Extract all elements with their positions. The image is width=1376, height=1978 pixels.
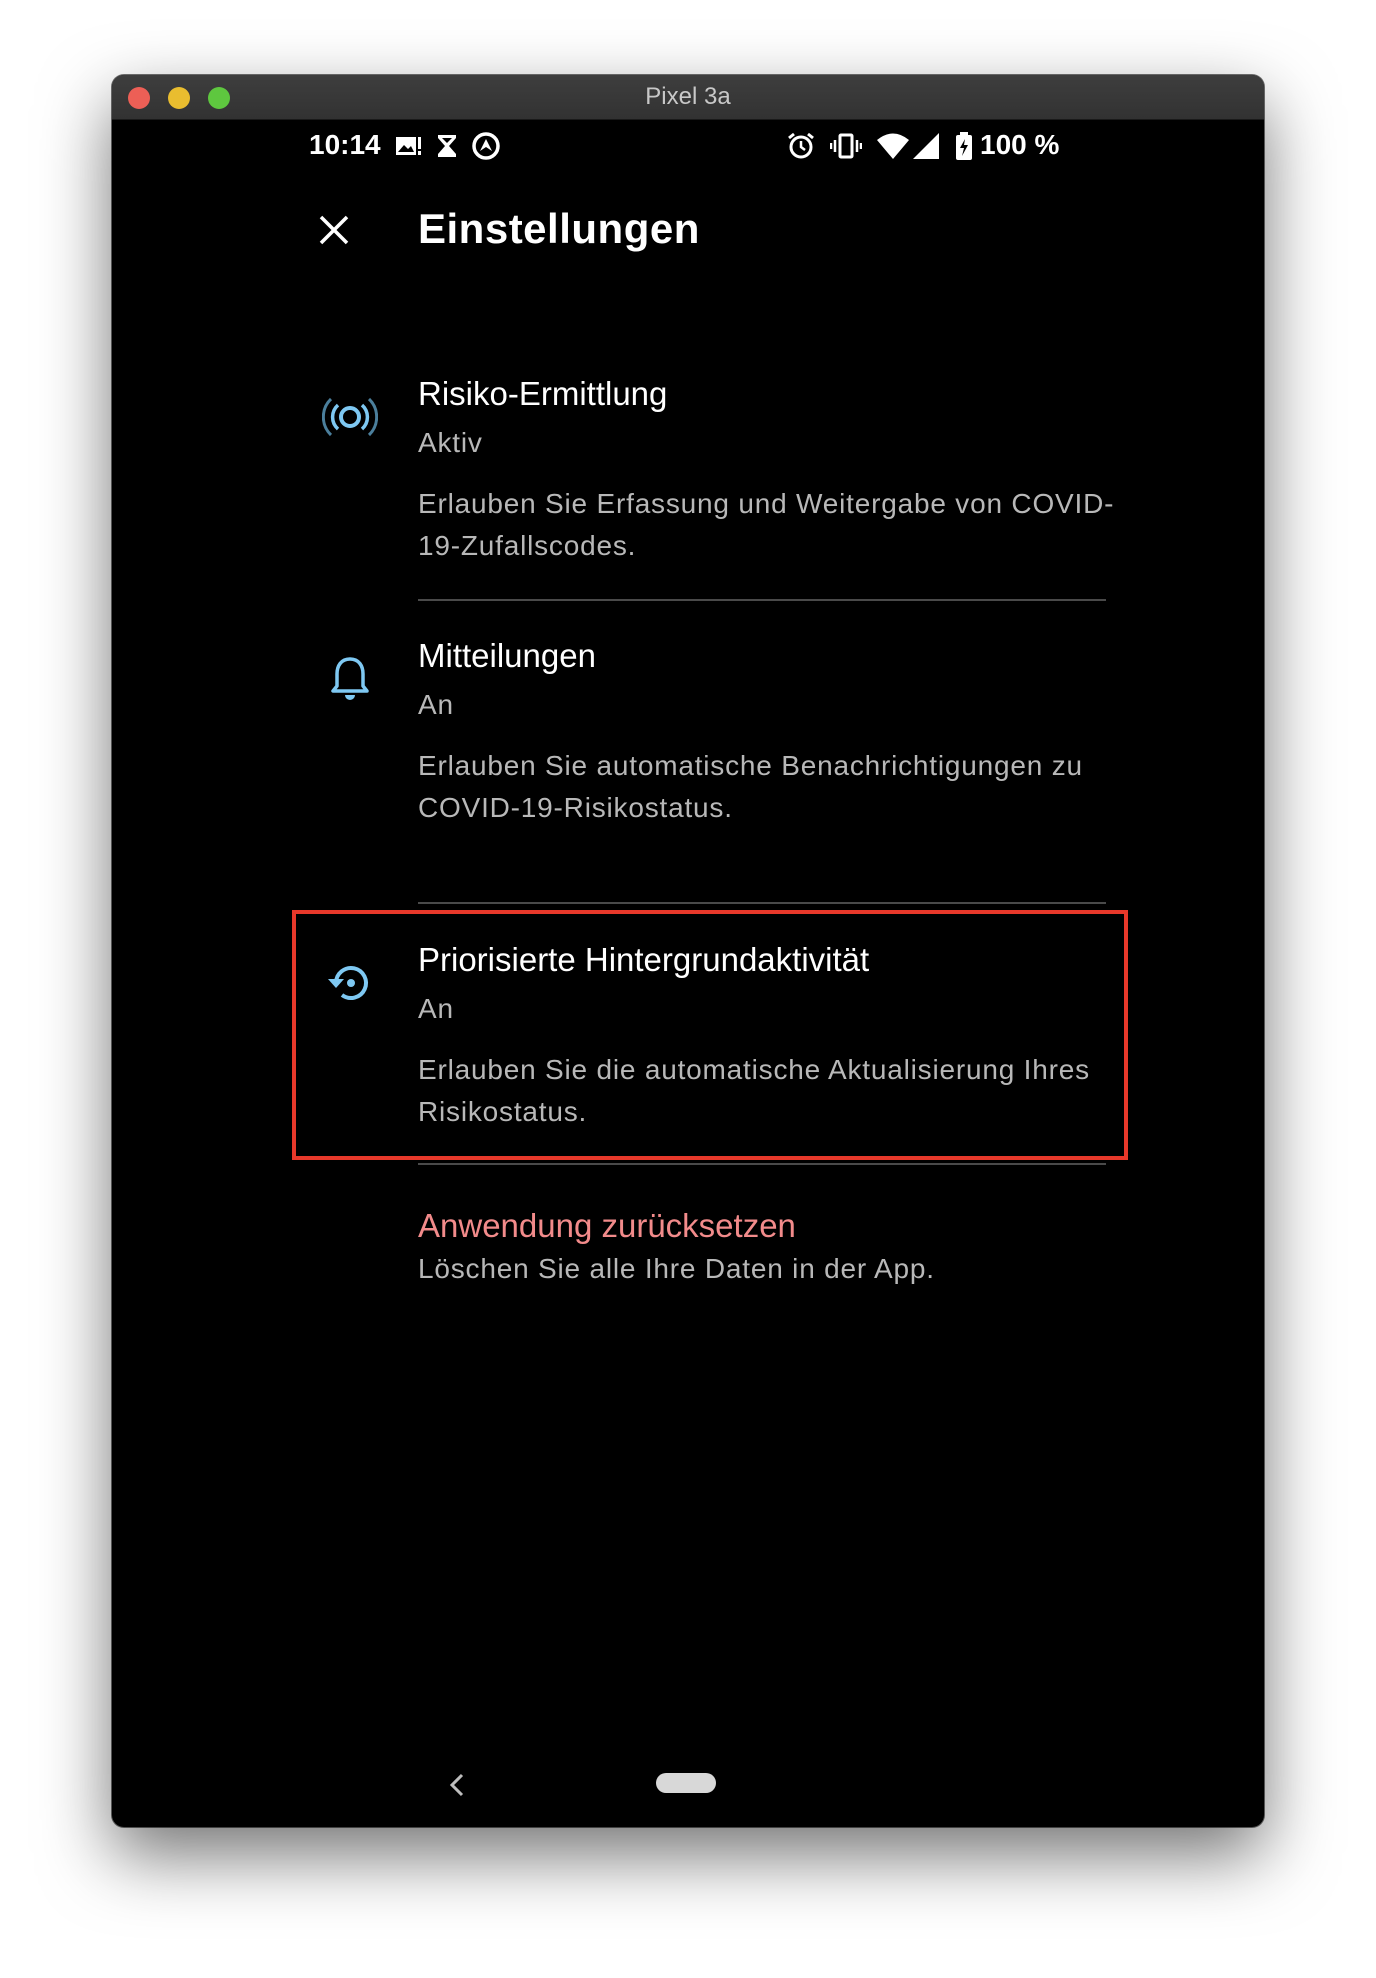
image-notification-icon: [396, 137, 421, 155]
setting-state: An: [418, 689, 454, 720]
location-sync-icon: [472, 132, 500, 160]
setting-title: Risiko-Ermittlung: [418, 375, 668, 412]
window-title: Pixel 3a: [645, 83, 731, 110]
divider: [418, 1163, 1106, 1165]
wifi-icon: [877, 133, 909, 159]
divider: [418, 902, 1106, 904]
setting-background-activity[interactable]: Priorisierte Hintergrundaktivität An Erl…: [292, 941, 1224, 1131]
reset-app-button[interactable]: Anwendung zurücksetzen Löschen Sie alle …: [418, 1207, 935, 1285]
status-time: 10:14: [309, 129, 381, 160]
setting-description: Erlauben Sie die automatische Aktualisie…: [418, 1054, 1090, 1127]
cell-signal-icon: [913, 133, 939, 159]
vibrate-icon: [830, 133, 862, 159]
setting-risk-detection[interactable]: Risiko-Ermittlung Aktiv Erlauben Sie Erf…: [292, 375, 1224, 561]
reset-description: Löschen Sie alle Ihre Daten in der App.: [418, 1253, 935, 1284]
android-status-bar: 10:14 100 %: [112, 119, 1264, 175]
setting-title: Priorisierte Hintergrundaktivität: [418, 941, 870, 978]
alarm-icon: [788, 132, 814, 159]
setting-description: Erlauben Sie Erfassung und Weitergabe vo…: [418, 488, 1115, 561]
setting-notifications[interactable]: Mitteilungen An Erlauben Sie automatisch…: [292, 637, 1224, 847]
background-refresh-icon: [328, 966, 368, 1000]
hourglass-icon: [438, 135, 456, 157]
exposure-notification-icon: [322, 397, 378, 437]
setting-description: Erlauben Sie automatische Benachrichtigu…: [418, 750, 1083, 823]
window-titlebar[interactable]: Pixel 3a: [112, 75, 1264, 120]
battery-percentage: 100 %: [980, 129, 1060, 160]
battery-icon: [956, 132, 972, 160]
setting-state: An: [418, 993, 454, 1024]
bell-icon: [331, 657, 369, 700]
back-icon[interactable]: [442, 1765, 472, 1805]
page-title: Einstellungen: [418, 205, 700, 252]
close-icon[interactable]: [314, 210, 354, 250]
home-pill-button[interactable]: [656, 1773, 716, 1793]
setting-state: Aktiv: [418, 427, 483, 458]
reset-title: Anwendung zurücksetzen: [418, 1207, 796, 1244]
setting-title: Mitteilungen: [418, 637, 596, 674]
divider: [418, 599, 1106, 601]
emulator-window: Pixel 3a 10:14 100 % Einstellungen Risik…: [112, 75, 1264, 1827]
